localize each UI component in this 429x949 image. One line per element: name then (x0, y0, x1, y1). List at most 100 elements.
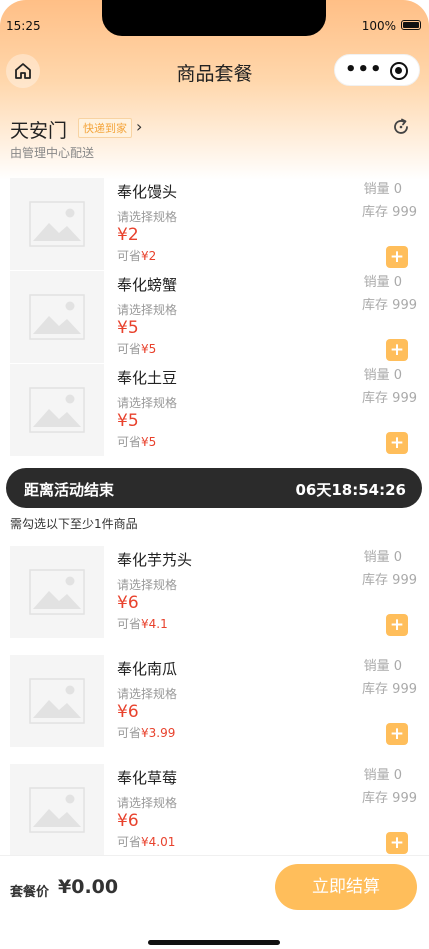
spec-selector[interactable]: 请选择规格 (117, 794, 177, 811)
store-header[interactable]: 天安门 快递到家 › 由管理中心配送 (10, 116, 420, 166)
product-saving: 可省¥5 (117, 433, 156, 450)
save-label: 可省 (117, 726, 142, 740)
product-image[interactable] (10, 364, 104, 456)
stock-count: 库存 999 (362, 294, 417, 313)
add-button[interactable]: + (386, 832, 408, 854)
product-name[interactable]: 奉化土豆 (117, 367, 177, 388)
product-image[interactable] (10, 764, 104, 856)
spec-selector[interactable]: 请选择规格 (117, 301, 177, 318)
sales-value: 0 (393, 768, 402, 783)
stock-value: 999 (392, 682, 417, 697)
status-time: 15:25 (6, 19, 41, 33)
stock-label: 库存 (362, 391, 389, 406)
checkout-button[interactable]: 立即结算 (275, 864, 417, 910)
save-amount: ¥4.01 (141, 835, 176, 849)
add-button[interactable]: + (386, 614, 408, 636)
product-item[interactable]: 奉化螃蟹 请选择规格 ¥5 可省¥5 销量 0 库存 999 + (10, 271, 420, 365)
image-placeholder-icon (29, 787, 85, 833)
image-placeholder-icon (29, 678, 85, 724)
add-button[interactable]: + (386, 432, 408, 454)
save-label: 可省 (117, 249, 142, 263)
more-dots-icon[interactable]: ••• (345, 61, 383, 79)
stock-label: 库存 (362, 573, 389, 588)
sales-value: 0 (393, 182, 402, 197)
countdown-label: 距离活动结束 (24, 481, 115, 499)
status-bar: 15:25 100% (0, 0, 429, 50)
sales-value: 0 (393, 368, 402, 383)
sales-count: 销量 0 (364, 764, 402, 783)
spec-selector[interactable]: 请选择规格 (117, 576, 177, 593)
save-label: 可省 (117, 835, 142, 849)
sales-count: 销量 0 (364, 364, 402, 383)
product-price: ¥6 (117, 593, 139, 613)
image-placeholder-icon (29, 569, 85, 615)
product-image[interactable] (10, 546, 104, 638)
battery-icon (401, 20, 421, 30)
home-indicator (148, 940, 280, 945)
product-image[interactable] (10, 178, 104, 270)
product-item[interactable]: 奉化馒头 请选择规格 ¥2 可省¥2 销量 0 库存 999 + (10, 178, 420, 272)
stock-value: 999 (392, 573, 417, 588)
total-price: ¥0.00 (58, 876, 119, 898)
save-amount: ¥3.99 (141, 726, 176, 740)
spec-selector[interactable]: 请选择规格 (117, 685, 177, 702)
product-item[interactable]: 奉化草莓 请选择规格 ¥6 可省¥4.01 销量 0 库存 999 + (10, 764, 420, 858)
sales-value: 0 (393, 550, 402, 565)
product-name[interactable]: 奉化草莓 (117, 767, 177, 788)
stock-count: 库存 999 (362, 787, 417, 806)
product-item[interactable]: 奉化土豆 请选择规格 ¥5 可省¥5 销量 0 库存 999 + (10, 364, 420, 458)
product-price: ¥5 (117, 318, 139, 338)
product-item[interactable]: 奉化芋艿头 请选择规格 ¥6 可省¥4.1 销量 0 库存 999 + (10, 546, 420, 640)
sales-label: 销量 (363, 275, 390, 290)
product-item[interactable]: 奉化南瓜 请选择规格 ¥6 可省¥3.99 销量 0 库存 999 + (10, 655, 420, 749)
product-name[interactable]: 奉化南瓜 (117, 658, 177, 679)
plus-icon: + (389, 433, 405, 453)
target-icon[interactable] (390, 62, 408, 80)
sales-count: 销量 0 (364, 655, 402, 674)
stock-value: 999 (392, 391, 417, 406)
stock-label: 库存 (362, 205, 389, 220)
product-saving: 可省¥2 (117, 247, 156, 264)
checkout-bar: 套餐价 ¥0.00 立即结算 (0, 855, 429, 949)
product-image[interactable] (10, 655, 104, 747)
sales-label: 销量 (363, 368, 390, 383)
add-button[interactable]: + (386, 339, 408, 361)
product-name[interactable]: 奉化芋艿头 (117, 549, 192, 570)
product-name[interactable]: 奉化馒头 (117, 181, 177, 202)
countdown-timer: 06天18:54:26 (295, 481, 407, 499)
stock-value: 999 (392, 791, 417, 806)
stock-value: 999 (392, 298, 417, 313)
product-saving: 可省¥5 (117, 340, 156, 357)
add-button[interactable]: + (386, 246, 408, 268)
add-button[interactable]: + (386, 723, 408, 745)
stock-label: 库存 (362, 298, 389, 313)
chevron-right-icon[interactable]: › (136, 117, 142, 136)
stock-count: 库存 999 (362, 569, 417, 588)
spec-selector[interactable]: 请选择规格 (117, 208, 177, 225)
sales-label: 销量 (363, 182, 390, 197)
store-name[interactable]: 天安门 (10, 116, 67, 143)
store-subtitle: 由管理中心配送 (10, 146, 95, 160)
stock-label: 库存 (362, 791, 389, 806)
product-image[interactable] (10, 271, 104, 363)
sales-value: 0 (393, 659, 402, 674)
app-screen: 15:25 100% 商品套餐 ••• 天安门 快递到家 › 由管理中心配送 奉… (0, 0, 429, 949)
stock-count: 库存 999 (362, 678, 417, 697)
plus-icon: + (389, 247, 405, 267)
save-amount: ¥5 (141, 342, 157, 356)
countdown-banner: 距离活动结束 06天18:54:26 (6, 468, 422, 508)
stock-count: 库存 999 (362, 387, 417, 406)
refresh-icon[interactable] (390, 116, 412, 138)
product-price: ¥6 (117, 702, 139, 722)
stock-value: 999 (392, 205, 417, 220)
total-label: 套餐价 (10, 885, 50, 900)
product-saving: 可省¥4.1 (117, 615, 168, 632)
save-label: 可省 (117, 342, 142, 356)
plus-icon: + (389, 833, 405, 853)
selection-hint: 需勾选以下至少1件商品 (10, 517, 138, 531)
spec-selector[interactable]: 请选择规格 (117, 394, 177, 411)
product-price: ¥5 (117, 411, 139, 431)
product-name[interactable]: 奉化螃蟹 (117, 274, 177, 295)
plus-icon: + (389, 340, 405, 360)
notch (102, 0, 326, 36)
